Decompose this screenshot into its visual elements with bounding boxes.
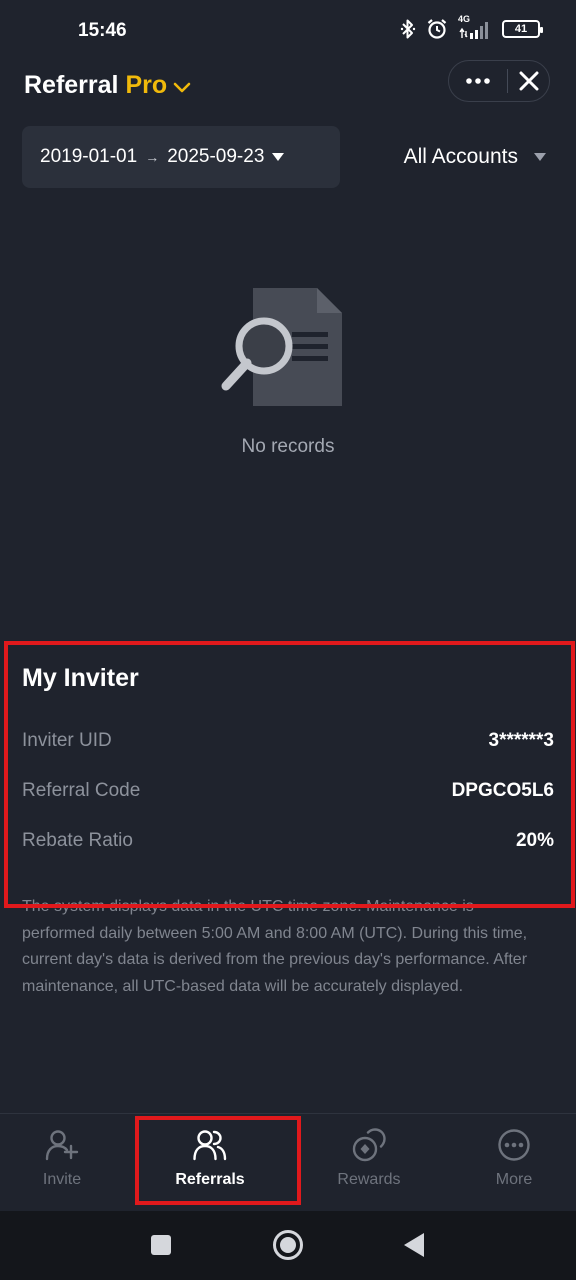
close-button[interactable] bbox=[508, 61, 549, 101]
app-title-dropdown[interactable]: Referral Pro bbox=[24, 69, 191, 101]
network-label: 4G bbox=[458, 14, 471, 24]
no-records-text: No records bbox=[241, 436, 335, 457]
nav-item-referrals[interactable]: Referrals bbox=[160, 1114, 260, 1212]
inviter-uid-row: Inviter UID 3******3 bbox=[22, 730, 554, 752]
chevron-down-icon bbox=[173, 72, 191, 101]
recent-apps-button[interactable] bbox=[151, 1235, 171, 1255]
row-value: 20% bbox=[515, 830, 554, 851]
utc-notice: The system displays data in the UTC time… bbox=[22, 898, 528, 995]
nav-item-more[interactable]: More bbox=[474, 1114, 554, 1212]
status-bar: 15:46 4G 41 bbox=[0, 0, 576, 64]
alarm-icon bbox=[426, 18, 448, 40]
row-value: 3******3 bbox=[488, 730, 555, 751]
row-value: DPGCO5L6 bbox=[451, 780, 554, 801]
row-label: Rebate Ratio bbox=[22, 830, 133, 851]
nav-label: Invite bbox=[42, 1171, 82, 1188]
system-nav-bar bbox=[0, 1211, 576, 1280]
referral-code-row: Referral Code DPGCO5L6 bbox=[22, 780, 554, 802]
my-inviter-card: My Inviter Inviter UID 3******3 Referral… bbox=[0, 642, 576, 904]
header: Referral Pro bbox=[0, 60, 576, 110]
date-end: 2025-09-23 bbox=[167, 146, 265, 167]
caret-down-icon bbox=[272, 153, 285, 161]
date-start: 2019-01-01 bbox=[40, 146, 138, 167]
mini-program-capsule bbox=[448, 60, 550, 102]
close-icon bbox=[519, 71, 538, 91]
account-selector[interactable]: All Accounts bbox=[404, 126, 546, 188]
inviter-title: My Inviter bbox=[22, 664, 139, 692]
nav-item-rewards[interactable]: Rewards bbox=[324, 1114, 414, 1212]
nav-item-invite[interactable]: Invite bbox=[22, 1114, 102, 1212]
users-icon bbox=[193, 1128, 227, 1162]
date-range-selector[interactable]: 2019-01-01 → 2025-09-23 bbox=[22, 126, 340, 188]
signal-icon: 4G bbox=[458, 14, 492, 40]
back-button[interactable] bbox=[404, 1233, 424, 1257]
rewards-icon bbox=[352, 1128, 386, 1162]
account-label: All Accounts bbox=[403, 145, 518, 168]
rebate-ratio-row: Rebate Ratio 20% bbox=[22, 830, 554, 852]
caret-down-icon bbox=[534, 153, 546, 161]
home-button[interactable] bbox=[273, 1230, 303, 1260]
status-time: 15:46 bbox=[78, 20, 127, 41]
add-user-icon bbox=[45, 1128, 79, 1162]
app-title-accent: Pro bbox=[125, 70, 168, 99]
date-arrow: → bbox=[145, 149, 160, 165]
more-dots-icon bbox=[466, 78, 490, 84]
more-circle-icon bbox=[497, 1128, 531, 1162]
nav-label: More bbox=[495, 1171, 533, 1188]
battery-icon: 41 bbox=[502, 20, 543, 38]
nav-label: Referrals bbox=[175, 1171, 245, 1188]
row-label: Inviter UID bbox=[22, 730, 112, 751]
bluetooth-icon bbox=[400, 18, 416, 40]
row-label: Referral Code bbox=[22, 780, 141, 801]
more-options-button[interactable] bbox=[449, 61, 507, 101]
nav-label: Rewards bbox=[337, 1171, 401, 1188]
status-icons: 4G 41 bbox=[400, 14, 543, 40]
bottom-nav: Invite Referrals Rewards More bbox=[0, 1113, 576, 1211]
app-title: Referral bbox=[24, 70, 119, 99]
no-records-illustration bbox=[220, 286, 344, 413]
